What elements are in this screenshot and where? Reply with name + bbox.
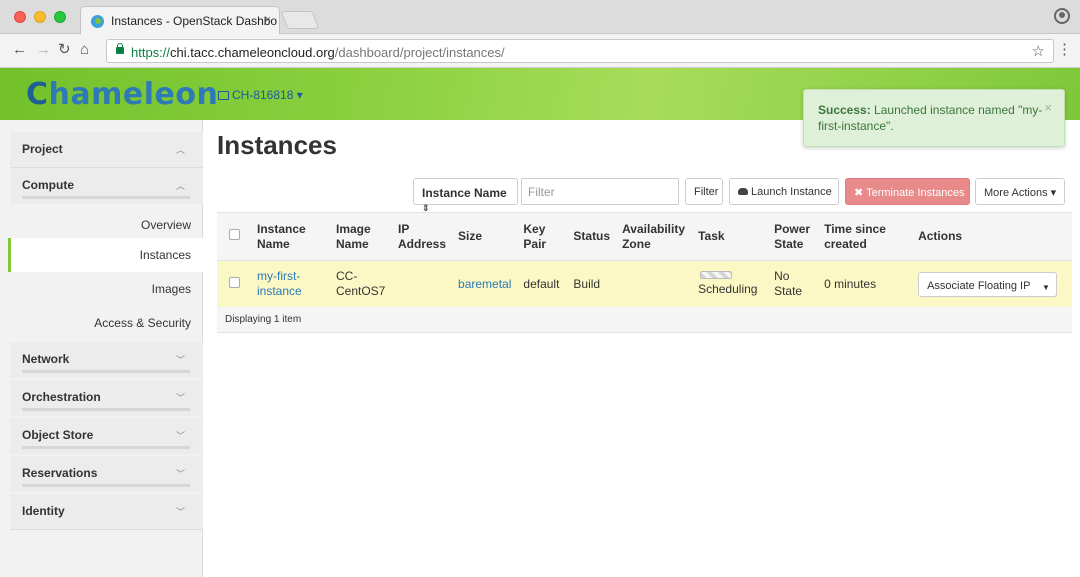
page-title: Instances [217,130,337,160]
chevron-up-icon: ︿ [175,181,185,191]
address-bar[interactable]: https://chi.tacc.chameleoncloud.org/dash… [106,39,1054,63]
chevron-down-icon: ﹀ [175,431,185,441]
chevron-up-icon: ︿ [175,145,185,155]
window-maximize-button[interactable] [54,11,66,23]
column-header[interactable]: IP Address [392,212,453,261]
caret-down-icon: ▾ [1050,187,1057,199]
url-path: /dashboard/project/instances/ [334,45,505,60]
time-since-created-cell: 0 minutes [818,260,913,308]
launch-instance-button[interactable]: Launch Instance [729,178,839,205]
chevron-down-icon: ﹀ [175,355,185,365]
column-header[interactable]: Task [692,212,769,261]
section-divider [22,408,190,411]
browser-menu-icon[interactable]: ⋮ [1057,42,1072,58]
more-actions-button[interactable]: More Actions ▾ [975,178,1065,205]
openstack-favicon-icon [91,15,104,28]
size-link[interactable]: baremetal [458,277,511,291]
filter-button[interactable]: Filter [685,178,723,205]
chevron-down-icon: ﹀ [175,393,185,403]
availability-zone-cell [616,260,693,308]
terminate-instances-button[interactable]: ✖ Terminate Instances [845,178,970,205]
sidebar-item-instances[interactable]: Instances [8,238,203,272]
url-host: chi.tacc.chameleoncloud.org [170,45,335,60]
new-tab-button[interactable] [280,11,320,29]
filter-field-select[interactable]: Instance Name ⇕ [413,178,518,213]
task-progress-bar [700,271,733,279]
cloud-upload-icon [738,188,748,195]
row-actions-dropdown-caret-icon[interactable]: ▼ [1035,271,1058,297]
column-header[interactable]: Size [452,212,518,261]
column-header[interactable]: Time since created [818,212,913,261]
sidebar-section-identity[interactable]: Identity ﹀ [10,494,203,530]
browser-tab[interactable]: Instances - OpenStack Dashbo × [80,6,280,34]
times-icon: ✖ [854,187,864,199]
actions-cell: Associate Floating IP ▼ [912,260,1072,308]
window-minimize-button[interactable] [34,11,46,23]
column-header[interactable]: Instance Name [251,212,330,261]
power-state-cell: No State [768,260,819,308]
instances-table: Instance Name Image Name IP Address Size… [217,212,1072,308]
section-divider [22,370,190,373]
section-divider [22,446,190,449]
task-cell: Scheduling [692,260,769,308]
sidebar-section-project[interactable]: Project ︿ [10,132,203,168]
status-cell: Build [567,260,617,308]
key-pair-cell: default [517,260,568,308]
ip-address-cell [392,260,453,308]
instance-name-cell: my-first-instance [251,260,330,308]
project-picker[interactable]: CH-816818 ▾ [218,88,303,102]
reload-icon[interactable]: ↻ [58,42,71,58]
select-all-checkbox[interactable] [229,229,240,240]
lock-icon [116,43,124,54]
project-list-icon [218,91,229,100]
tab-close-icon[interactable]: × [265,14,271,26]
column-header[interactable]: Key Pair [517,212,568,261]
success-alert: Success: Launched instance named "my-fir… [803,89,1065,147]
home-icon[interactable]: ⌂ [80,42,89,58]
column-header[interactable]: Power State [768,212,819,261]
column-header[interactable]: Availability Zone [616,212,693,261]
project-picker-label: CH-816818 [232,88,294,102]
section-divider [22,196,190,199]
instance-name-link[interactable]: my-first-instance [257,269,302,298]
chevron-down-icon: ﹀ [175,469,185,479]
browser-toolbar: ← → ↻ ⌂ https://chi.tacc.chameleoncloud.… [0,34,1080,68]
row-checkbox[interactable] [229,276,240,288]
section-divider [22,484,190,487]
task-label: Scheduling [698,282,758,296]
caret-down-icon: ▾ [296,88,303,102]
sidebar-item-overview[interactable]: Overview [10,208,203,242]
column-header[interactable]: Image Name [330,212,392,261]
sidebar-item-images[interactable]: Images [10,272,203,306]
alert-strong: Success: [818,103,871,117]
select-all-cell [217,212,251,261]
row-select-cell [217,260,251,308]
chameleon-logo[interactable]: Chameleon [26,77,218,112]
back-arrow-icon[interactable]: ← [12,42,27,58]
alert-close-icon[interactable]: × [1044,100,1052,116]
table-footer: Displaying 1 item [217,307,1072,333]
image-name-cell: CC-CentOS7 [330,260,392,308]
browser-tab-strip: Instances - OpenStack Dashbo × [0,0,1080,34]
column-header: Actions [912,212,1072,261]
filter-input[interactable] [521,178,679,205]
window-close-button[interactable] [14,11,26,23]
profile-icon[interactable] [1054,8,1070,24]
table-header-row: Instance Name Image Name IP Address Size… [217,212,1072,261]
associate-floating-ip-button[interactable]: Associate Floating IP [918,271,1040,297]
table-row: my-first-instance CC-CentOS7 baremetal d… [217,260,1072,308]
sidebar: Project ︿ Compute ︿ Overview Instances Ima… [0,120,203,577]
bookmark-star-icon[interactable]: ☆ [1032,42,1045,60]
tab-title: Instances - OpenStack Dashbo [111,14,278,28]
column-header[interactable]: Status [567,212,617,261]
forward-arrow-icon[interactable]: → [36,42,51,58]
size-cell: baremetal [452,260,518,308]
url-scheme: https:// [131,45,171,60]
chevron-down-icon: ﹀ [175,507,185,517]
sidebar-item-access-security[interactable]: Access & Security [10,306,203,340]
